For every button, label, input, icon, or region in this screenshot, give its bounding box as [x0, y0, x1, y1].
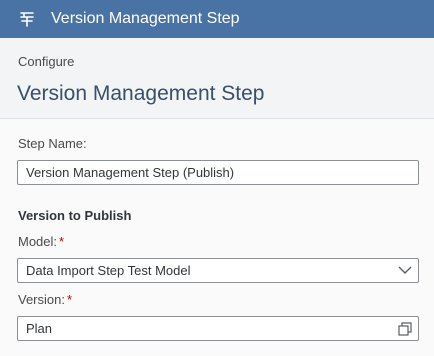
version-label: Version: *: [18, 292, 73, 307]
title-bar: Version Management Step: [0, 0, 434, 38]
model-select[interactable]: Data Import Step Test Model: [17, 258, 419, 283]
value-help-icon[interactable]: [392, 317, 418, 340]
step-name-value: Version Management Step (Publish): [26, 165, 235, 180]
page-header: Configure Version Management Step: [0, 38, 434, 119]
chevron-down-icon[interactable]: [392, 259, 418, 282]
config-form: Step Name: Version Management Step (Publ…: [0, 119, 434, 356]
model-value: Data Import Step Test Model: [26, 263, 191, 278]
version-input[interactable]: Plan: [17, 316, 419, 341]
version-value: Plan: [26, 321, 53, 336]
page-title: Version Management Step: [17, 82, 265, 105]
breadcrumb: Configure: [18, 54, 75, 69]
required-marker: *: [66, 292, 73, 307]
step-name-input[interactable]: Version Management Step (Publish): [17, 160, 419, 185]
step-name-label: Step Name:: [18, 136, 87, 151]
section-title: Version to Publish: [18, 208, 132, 223]
model-label: Model: *: [18, 234, 65, 249]
step-icon: [17, 9, 37, 29]
window-title: Version Management Step: [51, 10, 240, 27]
required-marker: *: [59, 234, 65, 249]
